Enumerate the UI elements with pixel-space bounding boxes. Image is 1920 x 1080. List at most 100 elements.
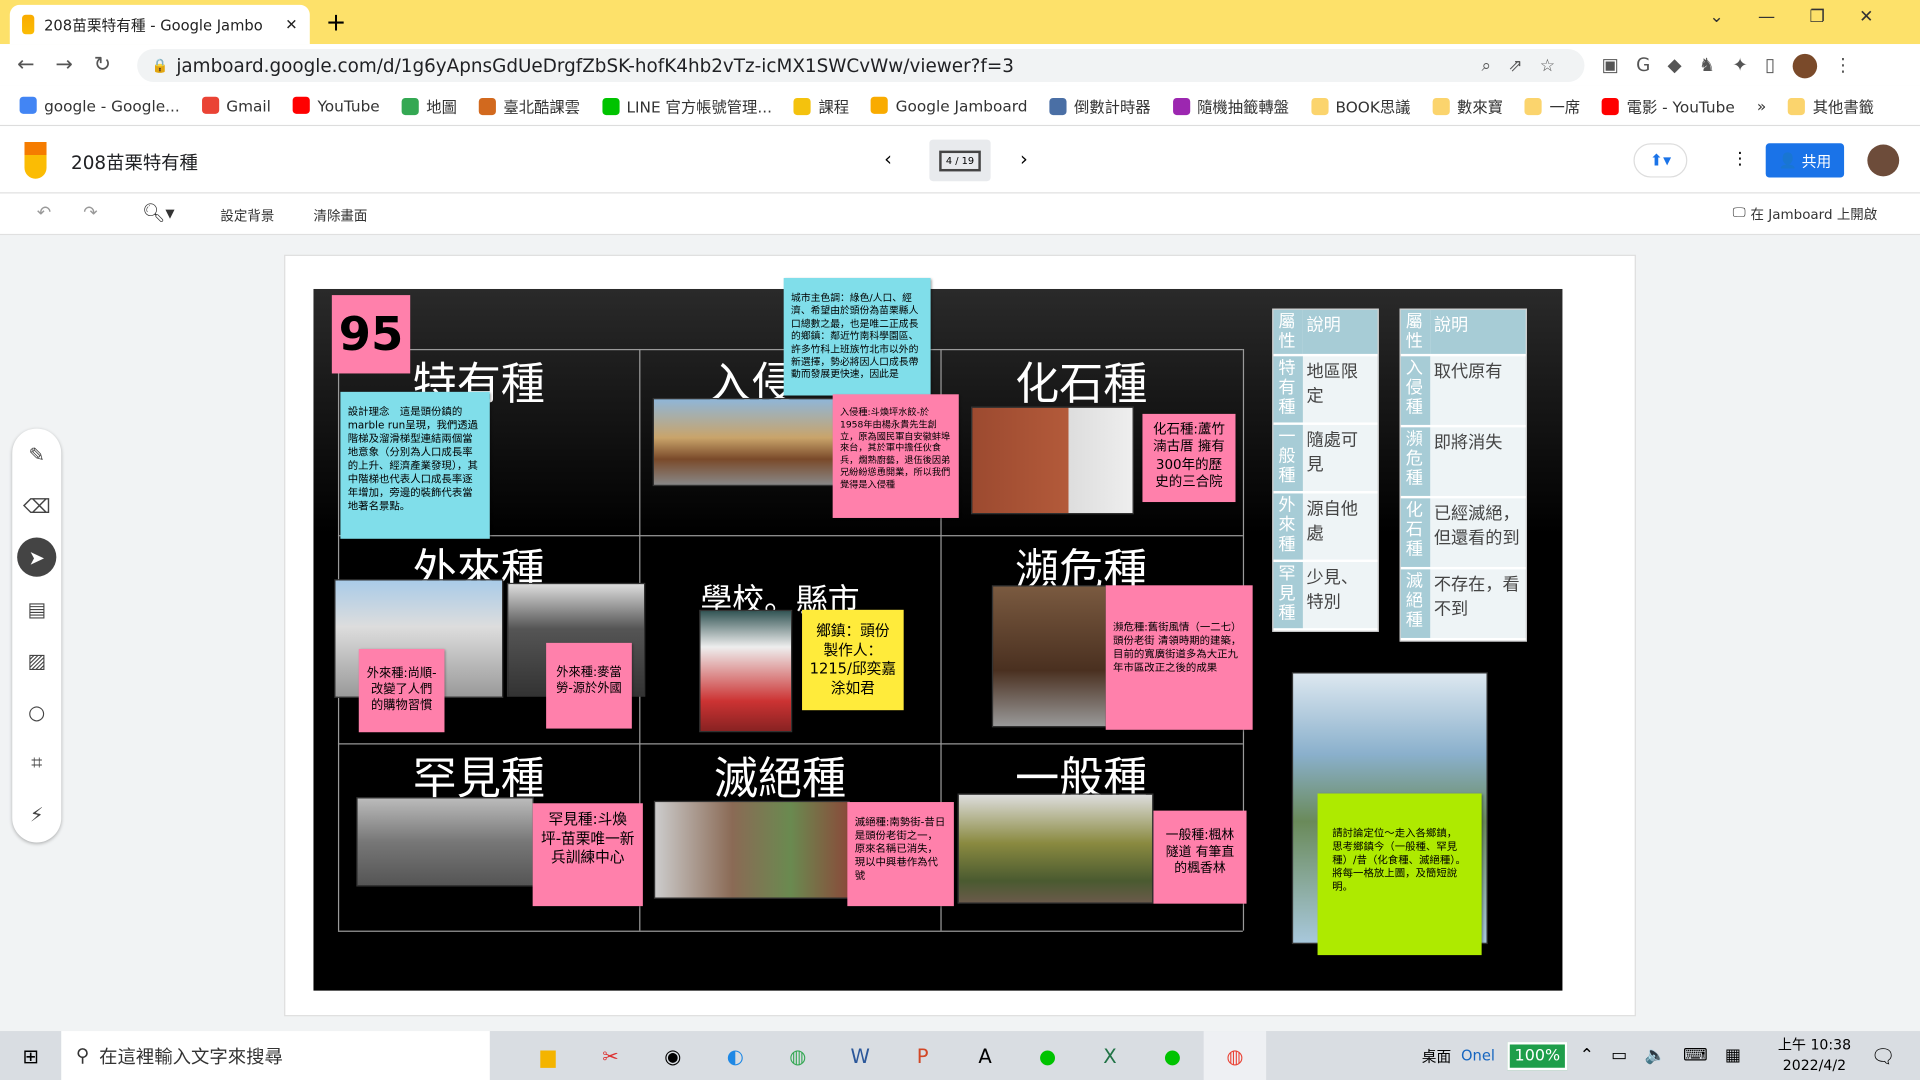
close-tab-icon[interactable]: ✕ [285,16,297,33]
prev-frame-icon[interactable]: ‹ [884,147,892,170]
snipping-tool-icon[interactable]: ✂ [579,1031,641,1080]
circle-icon[interactable]: ○ [12,686,61,737]
bookmark-item[interactable]: 電影 - YouTube [1602,94,1735,117]
jam-title[interactable]: 208苗栗特有種 [71,149,198,175]
battery-percent[interactable]: 100% [1507,1041,1568,1070]
frame-selector[interactable]: 4 / 19 [929,139,991,182]
open-in-jamboard-button[interactable]: 🖵 在 Jamboard 上開啟 [1733,204,1878,224]
present-button[interactable]: ⬆▾ [1633,143,1688,178]
set-background-button[interactable]: 設定背景 [220,206,274,226]
alley-photo[interactable] [653,800,850,899]
extension-icon[interactable]: ◆ [1668,54,1682,78]
town-author-note[interactable]: 鄉鎮：頭份製作人：1215/邱奕嘉涂如君 [802,609,904,711]
menu-icon[interactable]: ⋮ [1834,54,1852,78]
new-tab-button[interactable]: + [326,7,347,36]
camera-app-icon[interactable]: ◉ [642,1031,704,1080]
reload-icon[interactable]: ↻ [94,53,111,77]
share-button[interactable]: 👤 共用 [1765,143,1845,178]
endangered-note[interactable]: 瀕危種:舊街風情（一二七）頭份老街 清領時期的建築，目前的寬廣街道多為大正九年市… [1105,585,1253,730]
students-photo[interactable] [699,609,793,733]
select-icon[interactable]: ➤ [12,531,61,582]
other-bookmarks[interactable]: 其他書籤 [1788,94,1874,117]
bookmark-item[interactable]: 一席 [1525,94,1580,117]
edge-icon[interactable]: ◐ [704,1031,766,1080]
browser-tab[interactable]: 208苗栗特有種 - Google Jambo ✕ [9,4,310,45]
clear-frame-button[interactable]: 清除畫面 [313,206,367,226]
excel-icon[interactable]: X [1079,1031,1141,1080]
design-concept-note[interactable]: 設計理念 這是頭份鎮的marble run呈現，我們透過階梯及溜滑梯型連結兩個當… [340,391,490,539]
rare-note[interactable]: 罕見種:斗煥坪-苗栗唯一新兵訓練中心 [532,803,643,907]
powerpoint-icon[interactable]: P [891,1031,953,1080]
city-color-note[interactable]: 城市主色調：綠色/人口、經濟、希望由於頭份為苗栗縣人口總數之最，也是唯二正成長的… [783,277,931,396]
sticky-note-icon[interactable]: ▤ [12,583,61,634]
forward-icon[interactable]: → [55,53,72,77]
definition-table-2[interactable]: 屬性 說明 入侵種 取代原有 瀕危種 即將消失 化石種 已經滅絕，但還看的到 滅絕種 不存在，看不… [1399,308,1527,642]
more-options-icon[interactable]: ⋮ [1731,149,1748,169]
zoom-icon[interactable]: 🔍︎▾ [142,202,175,224]
taskbar-search[interactable]: ⚲ 在這裡輸入文字來搜尋 [61,1031,490,1080]
bookmark-item[interactable]: YouTube [292,96,380,114]
more-bookmarks-button[interactable]: » [1757,96,1766,114]
restore-icon[interactable]: ❐ [1809,7,1824,27]
bookmark-item[interactable]: BOOK思議 [1311,94,1410,117]
puzzle-icon[interactable]: ✦ [1732,54,1747,78]
bookmark-item[interactable]: 臺北酷課雲 [478,94,580,117]
chrome-profile-icon[interactable]: ◍ [1203,1031,1267,1080]
bookmark-item[interactable]: Gmail [201,96,271,114]
training-center-photo[interactable] [356,797,534,887]
notification-icon[interactable]: 🗨 [1871,1044,1896,1067]
eraser-icon[interactable]: ⌫ [12,480,61,531]
minimize-icon[interactable]: — [1758,7,1775,27]
alien-note-2[interactable]: 外來種:麥當勞-源於外國 [546,642,632,729]
text-box-icon[interactable]: ⌗ [12,737,61,788]
chrome-icon[interactable]: ◍ [767,1031,829,1080]
undo-icon[interactable]: ↶ [37,203,51,223]
bookmark-item[interactable]: 課程 [794,94,849,117]
acrobat-icon[interactable]: A [954,1031,1016,1080]
bookmark-item[interactable]: 地圖 [401,94,457,117]
bookmark-item[interactable]: google - Google... [19,96,180,114]
definition-table-1[interactable]: 屬性 說明 特有種 地區限定 一般種 隨處可見 外來種 源自他處 罕見種 少見、特別 [1272,308,1379,633]
pen-icon[interactable]: ✎ [12,429,61,480]
owl-extension-icon[interactable]: ♞ [1699,54,1715,78]
instruction-note[interactable]: 請討論定位～走入各鄉鎮，思考鄉鎮今（一般種、罕見種）/昔（化食種、滅絕種）。將每… [1317,793,1482,956]
extension-icon[interactable]: ▣ [1602,54,1619,78]
sidepanel-icon[interactable]: ▯ [1765,54,1775,78]
file-explorer-icon[interactable]: ▆ [517,1031,579,1080]
line-icon[interactable]: ● [1016,1031,1078,1080]
translate-icon[interactable]: G [1636,54,1650,78]
maple-tunnel-photo[interactable] [957,793,1154,904]
line-icon[interactable]: ● [1141,1031,1203,1080]
onedrive-label[interactable]: Onel [1461,1047,1495,1064]
old-house-photo[interactable] [971,406,1134,515]
bookmark-item[interactable]: 隨機抽籤轉盤 [1172,94,1289,117]
back-icon[interactable]: ← [17,53,34,77]
next-frame-icon[interactable]: › [1020,147,1028,170]
laser-icon[interactable]: ⚡ [12,789,61,840]
invasive-note[interactable]: 入侵種:斗煥坪水餃-於1958年由楊永貴先生創立，原為國民軍自安徽蚌埠來台，其於… [832,394,959,518]
fossil-note[interactable]: 化石種:蘆竹湳古厝 擁有300年的歷史的三合院 [1142,413,1236,503]
address-bar[interactable]: 🔒 jamboard.google.com/d/1g6yApnsGdUeDrgf… [137,48,1585,83]
dumpling-shop-photo[interactable] [652,397,841,487]
tab-search-icon[interactable]: ⌄ [1709,7,1723,27]
old-street-photo[interactable] [991,585,1107,728]
clock[interactable]: 上午 10:38 2022/4/2 [1778,1034,1851,1076]
desktop-toolbar[interactable]: 桌面 [1422,1045,1451,1066]
redo-icon[interactable]: ↷ [83,203,97,223]
extinct-note[interactable]: 滅絕種:南勢街-昔日是頭份老街之一，原來名稱已消失，現以中興巷作為代號 [847,802,954,907]
alien-note-1[interactable]: 外來種:尚順-改變了人們的購物習慣 [358,648,445,733]
image-icon[interactable]: ▨ [12,634,61,685]
bookmark-item[interactable]: 數來寶 [1432,94,1503,117]
bookmark-icon [602,97,620,115]
windows-start-icon[interactable]: ⊞ [0,1031,61,1080]
user-avatar[interactable] [1867,144,1900,177]
bookmark-item[interactable]: LINE 官方帳號管理... [602,94,772,117]
bookmark-item[interactable]: 倒數計時器 [1049,94,1151,117]
word-icon[interactable]: W [829,1031,891,1080]
common-note[interactable]: 一般種:楓林隧道 有筆直的楓香林 [1153,810,1247,904]
profile-avatar[interactable] [1792,53,1817,79]
group-number-note[interactable]: 95 [331,295,411,374]
system-tray-icons[interactable]: ⌃▭🔈⌨▦ [1580,1046,1759,1066]
close-window-icon[interactable]: ✕ [1859,7,1873,27]
bookmark-item[interactable]: Google Jamboard [871,96,1028,114]
